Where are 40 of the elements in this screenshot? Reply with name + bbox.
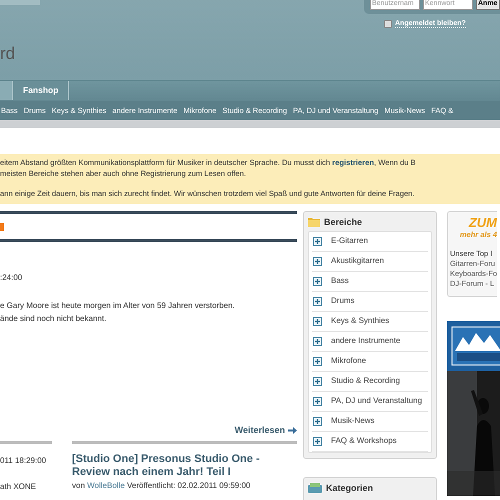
section-link[interactable]: Studio & Recording [331,376,400,386]
article-date: :24:00 [0,273,24,282]
article-meta: von WolleBolle Veröffentlicht: 02.02.2011 09:59:00 [72,481,252,490]
section-link[interactable]: Mikrofone [331,356,366,366]
article-title[interactable]: [Studio One] Presonus Studio One - Review nach einem Jahr! Teil I [72,453,297,479]
plus-icon[interactable] [313,357,322,366]
plus-icon[interactable] [313,417,322,426]
nav-tab[interactable]: Fanshop [13,81,70,100]
promo-headline: ZUM [468,216,497,230]
site-title: rd [0,44,16,64]
section-link[interactable]: Drums [331,296,355,306]
plus-icon[interactable] [313,297,322,306]
article-date: 011 18:29:00 [0,456,48,465]
read-more-link[interactable]: Weiterlesen [234,425,285,435]
section-link[interactable]: FAQ & Workshops [331,436,397,446]
arrow-icon [288,426,297,434]
plus-icon[interactable] [313,317,322,326]
section-link[interactable]: Akustikgitarren [331,256,384,266]
feed-icon[interactable] [0,222,4,230]
author-link[interactable]: WolleBolle [87,481,125,490]
section-link[interactable]: Bass [331,276,349,286]
plus-icon[interactable] [313,437,322,446]
plus-icon[interactable] [313,277,322,286]
section-link[interactable]: Musik-News [331,416,375,426]
section-link[interactable]: PA, DJ und Veranstaltung [331,396,422,406]
article-text: ände sind noch nicht bekannt. [0,313,108,325]
header-panel [0,0,40,5]
section-link[interactable]: andere Instrumente [331,336,400,346]
plus-icon[interactable] [313,337,322,346]
remember-checkbox[interactable] [384,20,392,28]
article-text: e Gary Moore ist heute morgen im Alter von 59 Jahren verstorben. [0,300,236,312]
panel-title: Kategorien [326,482,374,492]
plus-icon[interactable] [313,257,322,266]
article-text: ath XONE [0,482,38,491]
section-link[interactable]: Keys & Synthies [331,316,390,326]
plus-icon[interactable] [313,397,322,406]
section-link[interactable]: E-Gitarren [331,236,368,246]
plus-icon[interactable] [313,237,322,246]
plus-icon[interactable] [313,377,322,386]
panel-title: Bereiche [324,216,362,226]
